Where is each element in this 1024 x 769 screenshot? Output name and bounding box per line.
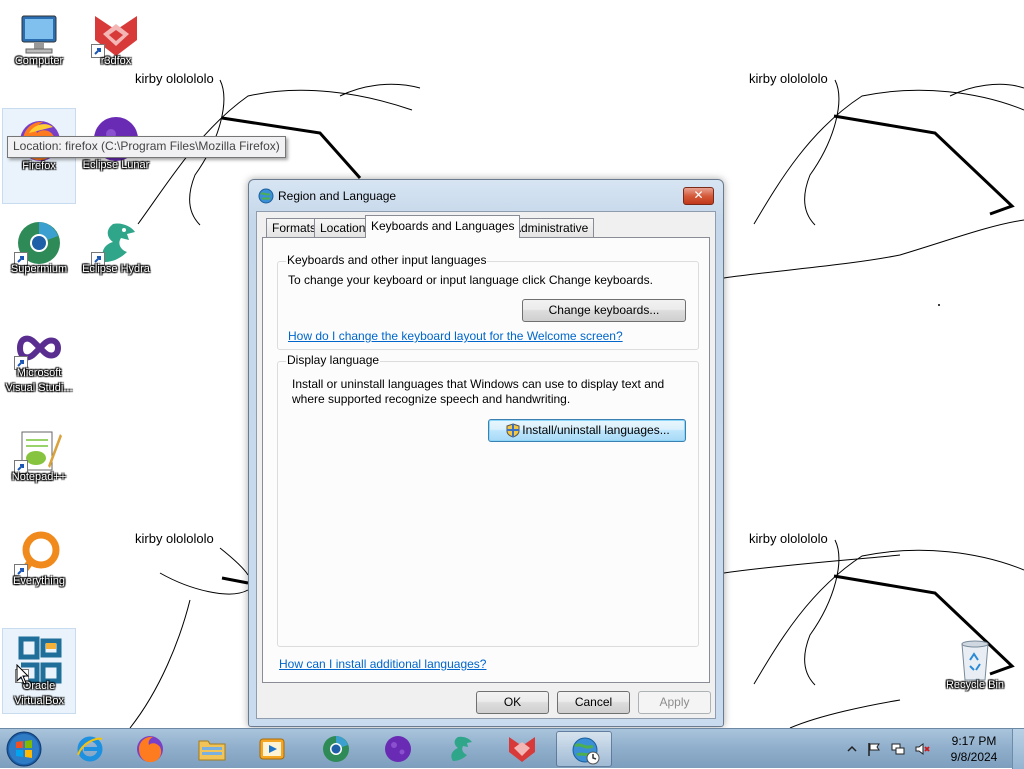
wallpaper-caption: kirby ololololo — [749, 71, 828, 86]
desktop-icon-label: Everything — [13, 575, 65, 587]
desktop-icon-supermium[interactable]: Supermium — [2, 212, 76, 308]
desktop-icon-label: Computer — [14, 55, 64, 67]
file-explorer-icon — [198, 740, 226, 761]
taskbar-region-language[interactable] — [556, 731, 612, 767]
display-language-description: Install or uninstall languages that Wind… — [292, 377, 665, 406]
ok-button[interactable]: OK — [476, 691, 549, 714]
desktop-icon-label: Supermium — [10, 263, 68, 275]
keyboards-description: To change your keyboard or input languag… — [288, 273, 653, 287]
eclipse-lunar-icon — [385, 736, 411, 762]
desktop-icon-label: Microsoft Visual Studi... — [5, 367, 73, 394]
close-icon: ✕ — [693, 188, 704, 202]
desktop-icon-computer[interactable]: Computer — [2, 4, 76, 100]
desktop-icon-virtualbox[interactable]: Oracle VirtualBox — [2, 628, 76, 714]
install-additional-languages-link[interactable]: How can I install additional languages? — [279, 657, 486, 671]
taskbar-file-explorer[interactable] — [184, 731, 240, 767]
region-language-icon — [572, 737, 600, 765]
show-hidden-icons-chevron-icon[interactable] — [844, 741, 860, 757]
group-title: Display language — [286, 353, 381, 367]
clock-date: 9/8/2024 — [950, 750, 998, 764]
taskbar-firefox[interactable] — [122, 731, 178, 767]
desktop-icon-label: Eclipse Lunar — [82, 159, 150, 171]
mouse-cursor-icon — [16, 664, 30, 685]
globe-clock-icon — [258, 188, 274, 204]
group-title: Keyboards and other input languages — [286, 253, 488, 267]
action-center-flag-icon[interactable] — [866, 741, 882, 757]
desktop-icon-label: r3dfox — [100, 55, 132, 67]
taskbar-media-player[interactable] — [244, 731, 300, 767]
install-uninstall-languages-button[interactable]: Install/uninstall languages... — [488, 419, 686, 442]
taskbar: 9:17 PM 9/8/2024 — [0, 728, 1024, 769]
eclipse-hydra-icon — [451, 736, 472, 761]
tab-location[interactable]: Location — [314, 218, 372, 237]
close-button[interactable]: ✕ — [683, 187, 714, 205]
firefox-icon — [137, 736, 163, 763]
taskbar-supermium[interactable] — [308, 731, 364, 767]
system-clock[interactable]: 9:17 PM 9/8/2024 — [936, 733, 1012, 765]
media-player-icon — [259, 738, 285, 760]
desktop-icon-notepad-plus-plus[interactable]: Notepad++ — [2, 420, 76, 516]
desktop-icon-visual-studio[interactable]: Microsoft Visual Studi... — [2, 316, 76, 416]
computer-icon — [14, 10, 64, 60]
start-button[interactable] — [4, 730, 44, 768]
taskbar-r3dfox[interactable] — [494, 731, 550, 767]
supermium-icon — [323, 736, 349, 762]
cancel-button[interactable]: Cancel — [557, 691, 630, 714]
desktop-icon-label: Recycle Bin — [945, 679, 1005, 691]
desktop-icon-label: Oracle VirtualBox — [14, 680, 64, 707]
dialog-client-area: Formats Location Keyboards and Languages… — [256, 211, 716, 719]
wallpaper-caption: kirby ololololo — [749, 531, 828, 546]
show-desktop-button[interactable] — [1012, 729, 1024, 769]
desktop-icon-label: Firefox — [22, 160, 56, 172]
tab-panel: Keyboards and other input languages To c… — [262, 237, 710, 683]
volume-muted-icon[interactable] — [914, 741, 930, 757]
desktop-icon-eclipse-hydra[interactable]: Eclipse Hydra — [79, 212, 153, 308]
recycle-bin-icon — [950, 634, 1000, 684]
clock-time: 9:17 PM — [951, 734, 997, 748]
dialog-title: Region and Language — [278, 189, 397, 203]
desktop-icon-label: Notepad++ — [11, 471, 67, 483]
wallpaper-caption: kirby ololololo — [135, 531, 214, 546]
taskbar-eclipse-hydra[interactable] — [432, 731, 488, 767]
taskbar-internet-explorer[interactable] — [62, 731, 118, 767]
welcome-screen-layout-link[interactable]: How do I change the keyboard layout for … — [288, 329, 623, 343]
region-language-dialog: Region and Language ✕ Formats Location K… — [248, 179, 724, 727]
change-keyboards-button[interactable]: Change keyboards... — [522, 299, 686, 322]
desktop-icon-label: Eclipse Hydra — [82, 263, 150, 275]
internet-explorer-icon — [77, 736, 103, 762]
desktop-icon-r3dfox[interactable]: r3dfox — [79, 4, 153, 100]
r3dfox-icon — [509, 737, 535, 762]
network-icon[interactable] — [890, 741, 906, 757]
tab-keyboards-and-languages[interactable]: Keyboards and Languages — [365, 215, 521, 238]
keyboards-group: Keyboards and other input languages To c… — [277, 253, 699, 350]
install-button-label: Install/uninstall languages... — [522, 423, 670, 437]
uac-shield-icon — [506, 423, 520, 438]
taskbar-eclipse-lunar[interactable] — [370, 731, 426, 767]
apply-button[interactable]: Apply — [638, 691, 711, 714]
desktop-icon-everything[interactable]: Everything — [2, 524, 76, 620]
location-tooltip: Location: firefox (C:\Program Files\Mozi… — [7, 136, 286, 158]
desktop-icon-recycle-bin[interactable]: Recycle Bin — [938, 628, 1012, 724]
display-language-group: Display language Install or uninstall la… — [277, 353, 699, 647]
